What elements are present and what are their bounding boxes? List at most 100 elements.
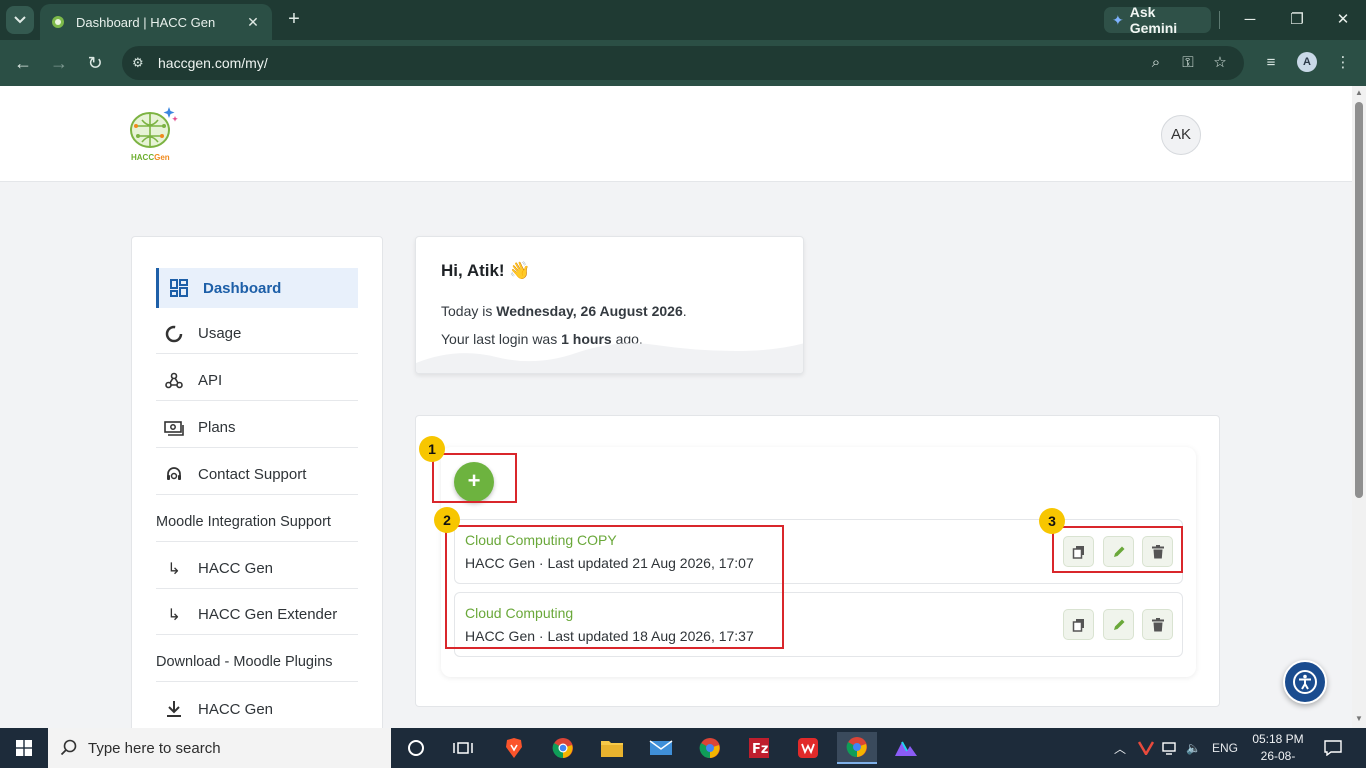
today-line: Today is Wednesday, 26 August 2026. [441, 303, 687, 319]
tab-search-button[interactable] [6, 6, 34, 34]
sidebar-item-dashboard[interactable]: Dashboard [156, 268, 358, 308]
chrome-profile-icon[interactable] [690, 732, 730, 764]
delete-project-button[interactable] [1142, 609, 1173, 640]
network-icon[interactable] [1162, 728, 1180, 768]
api-icon [164, 371, 184, 391]
task-view-icon[interactable] [443, 732, 483, 764]
taskbar-search[interactable]: Type here to search [48, 728, 391, 768]
language-indicator[interactable]: ENG [1212, 728, 1238, 768]
restore-window-icon[interactable]: ❐ [1285, 8, 1309, 32]
mail-icon[interactable] [641, 732, 681, 764]
sidebar-item-plans[interactable]: Plans [156, 408, 358, 448]
sidebar-item-download-hacc-gen[interactable]: HACC Gen [156, 689, 358, 728]
browser-toolbar: ← → ↻ ⚙ haccgen.com/my/ ⌕ ⚿ ☆ ≡ A ⋮ [0, 40, 1366, 86]
sidebar-item-api[interactable]: API [156, 361, 358, 401]
back-arrow-icon[interactable]: ← [11, 51, 35, 75]
sidebar-item-label: HACC Gen Extender [198, 606, 338, 623]
today-prefix: Today is [441, 303, 497, 319]
tab-close-icon[interactable]: ✕ [244, 14, 262, 31]
forward-arrow-icon[interactable]: → [47, 51, 71, 75]
tab-title: Dashboard | HACC Gen [76, 14, 216, 30]
dashboard-icon [169, 278, 189, 298]
toolbar-separator [1219, 11, 1220, 29]
url-text[interactable]: haccgen.com/my/ [158, 55, 268, 71]
chrome-icon[interactable] [543, 732, 583, 764]
support-icon [164, 465, 184, 485]
today-suffix: . [682, 303, 687, 319]
password-key-icon[interactable]: ⚿ [1179, 54, 1197, 72]
logo-text-accent: Gen [154, 153, 170, 162]
more-menu-icon[interactable]: ⋮ [1332, 52, 1354, 74]
download-icon [164, 699, 184, 719]
brain-logo-icon [130, 107, 178, 148]
gemini-spark-icon: ✦ [1112, 11, 1124, 28]
sidebar-item-contact-support[interactable]: Contact Support [156, 455, 358, 495]
ask-gemini-label: Ask Gemini [1129, 4, 1178, 36]
welcome-card: Hi, Atik! 👋 Today is Wednesday, 26 Augus… [415, 236, 804, 374]
user-avatar[interactable]: AK [1161, 115, 1201, 155]
browser-tab-strip: Dashboard | HACC Gen ✕ + ✦ Ask Gemini ─ … [0, 0, 1366, 40]
wps-office-icon[interactable] [788, 732, 828, 764]
chrome-active-icon[interactable] [837, 732, 877, 764]
sidebar-item-label: Usage [198, 325, 242, 342]
sidebar-item-label: Plans [198, 419, 236, 436]
filezilla-icon[interactable]: Fz [739, 732, 779, 764]
close-window-icon[interactable]: ✕ [1331, 8, 1355, 32]
scroll-up-arrow-icon[interactable]: ▲ [1355, 88, 1363, 98]
haccgen-logo[interactable]: HACCGen [128, 104, 180, 164]
tray-app-icon[interactable] [1138, 728, 1154, 768]
sidebar-item-moodle-hacc-gen-extender[interactable]: ↳ HACC Gen Extender [156, 595, 358, 635]
plans-icon [164, 418, 184, 438]
windows-start-button[interactable] [0, 728, 48, 768]
edit-project-button[interactable] [1103, 609, 1134, 640]
chevron-down-icon [14, 16, 26, 24]
sidebar-nav: Dashboard Usage API Plans Contact Suppor… [131, 236, 383, 728]
volume-icon[interactable]: 🔈 [1186, 728, 1201, 768]
sidebar-item-label: HACC Gen [198, 700, 274, 718]
decorative-wave [416, 343, 803, 373]
sidebar-section-download: Download - Moodle Plugins [156, 642, 358, 682]
canva-app-icon[interactable] [886, 732, 926, 764]
minimize-window-icon[interactable]: ─ [1238, 8, 1262, 32]
greeting-heading: Hi, Atik! 👋 [441, 261, 531, 280]
notifications-icon[interactable] [1324, 728, 1342, 768]
taskbar-clock[interactable]: 05:18 PM 26-08-2026 [1248, 731, 1308, 768]
show-hidden-icons-icon[interactable]: ︿ [1114, 728, 1126, 768]
logo-wordmark: HACCGen [131, 153, 170, 162]
media-playlist-icon[interactable]: ≡ [1260, 52, 1282, 74]
cortana-icon[interactable] [396, 732, 436, 764]
site-favicon-icon [52, 16, 64, 28]
accessibility-button[interactable] [1283, 660, 1327, 704]
copy-project-button[interactable] [1063, 609, 1094, 640]
reload-icon[interactable]: ↻ [83, 51, 107, 75]
brave-browser-icon[interactable] [494, 732, 534, 764]
zoom-icon[interactable]: ⌕ [1147, 54, 1165, 72]
today-date: Wednesday, 26 August 2026 [496, 303, 683, 319]
clock-time: 05:18 PM [1252, 732, 1304, 746]
new-tab-button[interactable]: + [282, 8, 306, 32]
sidebar-item-label: Dashboard [203, 279, 282, 297]
annotation-badge-2: 2 [434, 507, 460, 533]
annotation-box-add [432, 453, 517, 503]
sidebar-item-label: HACC Gen [198, 560, 274, 577]
scrollbar-thumb[interactable] [1355, 102, 1363, 498]
page-scrollbar[interactable]: ▲ ▼ [1352, 86, 1366, 728]
site-info-icon[interactable]: ⚙ [132, 55, 148, 71]
sidebar-section-moodle: Moodle Integration Support [156, 502, 358, 542]
usage-icon [164, 324, 184, 344]
svg-text:Fz: Fz [752, 742, 768, 757]
sidebar-item-usage[interactable]: Usage [156, 314, 358, 354]
scroll-down-arrow-icon[interactable]: ▼ [1355, 714, 1363, 724]
profile-avatar-icon[interactable]: A [1297, 52, 1317, 72]
browser-tab-dashboard[interactable]: Dashboard | HACC Gen ✕ [40, 4, 272, 40]
page-viewport: HACCGen AK Dashboard Usage API Plans Con… [0, 86, 1352, 728]
sidebar-item-label: Contact Support [198, 466, 307, 483]
bookmark-star-icon[interactable]: ☆ [1211, 54, 1229, 72]
search-placeholder: Type here to search [88, 739, 221, 757]
sidebar-item-label: API [198, 372, 223, 389]
address-bar[interactable]: ⚙ haccgen.com/my/ ⌕ ⚿ ☆ [122, 46, 1244, 80]
sidebar-item-moodle-hacc-gen[interactable]: ↳ HACC Gen [156, 549, 358, 589]
file-explorer-icon[interactable] [592, 732, 632, 764]
windows-taskbar: Type here to search Fz ︿ 🔈 ENG 05:18 PM … [0, 728, 1366, 768]
ask-gemini-button[interactable]: ✦ Ask Gemini [1104, 4, 1211, 36]
